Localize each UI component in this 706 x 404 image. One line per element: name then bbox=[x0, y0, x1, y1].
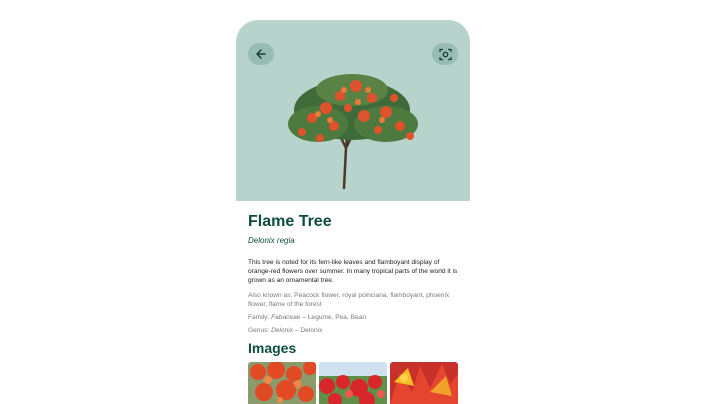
plant-detail-screen: Flame Tree Delonix regia This tree is no… bbox=[236, 20, 470, 404]
arrow-left-icon bbox=[256, 49, 266, 59]
genus-prefix: Genus: bbox=[248, 327, 272, 335]
genus-line: Genus: Delonix – Delonix bbox=[248, 326, 460, 335]
images-heading: Images bbox=[248, 340, 297, 356]
also-known-as: Also known as: Peacock flower, royal poi… bbox=[248, 291, 450, 308]
family-line: Family: Fabaceae – Legume, Pea, Bean bbox=[248, 313, 460, 322]
family-common: – Legume, Pea, Bean bbox=[300, 314, 367, 322]
flower-branch-image bbox=[319, 362, 387, 404]
plant-title: Flame Tree bbox=[248, 213, 332, 230]
family-prefix: Family: bbox=[248, 314, 272, 322]
plant-description: This tree is noted for its fern-like lea… bbox=[248, 259, 458, 285]
flame-tree-image bbox=[288, 74, 418, 190]
camera-scan-icon bbox=[438, 48, 452, 60]
genus-name: Delonix bbox=[271, 327, 294, 335]
image-thumbnail-3[interactable] bbox=[390, 362, 458, 404]
plant-info: Flame Tree Delonix regia This tree is no… bbox=[248, 212, 460, 335]
image-thumbnail-1[interactable] bbox=[248, 362, 316, 404]
scan-button[interactable] bbox=[432, 43, 458, 65]
image-thumbnail-2[interactable] bbox=[319, 362, 387, 404]
flower-closeup-image bbox=[390, 362, 458, 404]
flower-cluster-image bbox=[248, 362, 316, 404]
hero-image bbox=[236, 20, 470, 201]
scientific-name: Delonix regia bbox=[248, 236, 295, 245]
genus-common: – Delonix bbox=[293, 327, 323, 335]
family-name: Fabaceae bbox=[271, 314, 301, 322]
back-button[interactable] bbox=[248, 43, 274, 65]
